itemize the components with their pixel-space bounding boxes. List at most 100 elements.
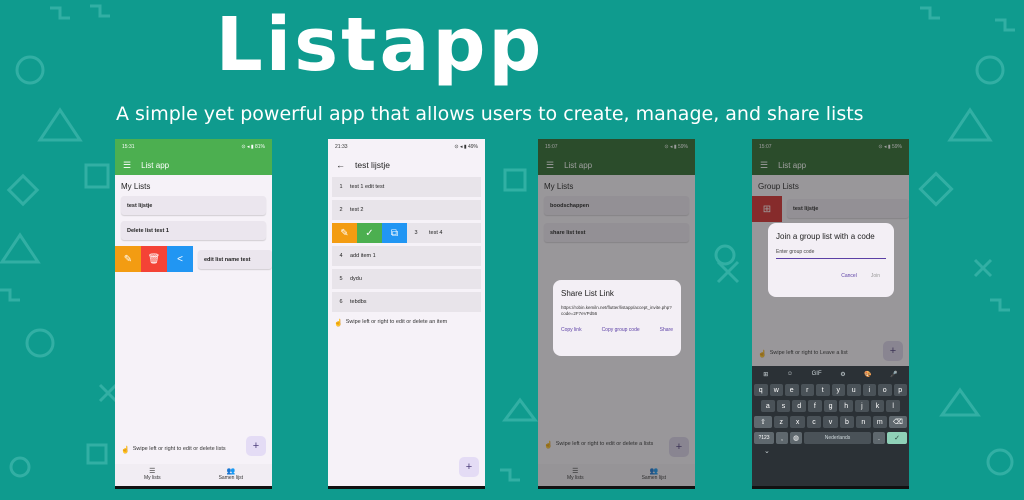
share-icon[interactable]: <	[167, 246, 193, 272]
share-button[interactable]: Share	[660, 327, 673, 333]
list-row[interactable]: 5 dydu	[332, 269, 481, 289]
list-item[interactable]: edit list name test	[198, 250, 272, 269]
group-code-input[interactable]: Enter group code	[776, 249, 886, 259]
key[interactable]: q	[754, 384, 768, 396]
phone-screenshot-my-lists: 15:31 ⊙ ◂ ▮ 81% ☰ List app My Lists test…	[115, 139, 272, 489]
status-bar: 15:31 ⊙ ◂ ▮ 81%	[115, 139, 272, 155]
key[interactable]: b	[839, 416, 855, 428]
list-row[interactable]: 1 test 1 edit test	[332, 177, 481, 197]
status-icons: ⊙ ◂ ▮ 81%	[241, 144, 265, 150]
row-text: test 2	[350, 207, 364, 213]
list-icon: ☰	[149, 468, 156, 475]
globe-key-icon[interactable]: ◍	[790, 432, 802, 444]
comma-key[interactable]: ,	[776, 432, 788, 444]
key[interactable]: u	[847, 384, 861, 396]
nav-group-lists[interactable]: 👥 Samen lijst	[219, 464, 243, 486]
key[interactable]: d	[792, 400, 807, 412]
add-list-button[interactable]: +	[246, 436, 266, 456]
edit-icon[interactable]: ✎	[115, 246, 141, 272]
key[interactable]: h	[839, 400, 854, 412]
app-bar-title: List app	[141, 160, 170, 170]
share-list-dialog: Share List Link https://robin.kemiln.net…	[553, 280, 681, 356]
keyboard-row-4: ?123 , ◍ Nederlands . ✓	[754, 432, 907, 444]
key[interactable]: i	[862, 384, 876, 396]
key[interactable]: k	[870, 400, 885, 412]
key[interactable]: p	[893, 384, 907, 396]
swipe-hint: ☝ Swipe left or right to edit or delete …	[334, 319, 479, 327]
key[interactable]: c	[806, 416, 822, 428]
swiped-list-row[interactable]: ✎ ✓ ⧉ 3 test 4	[332, 223, 481, 243]
list-item[interactable]: Delete list test 1	[121, 221, 266, 240]
swiped-list-item: ✎ 🗑 < edit list name test	[115, 246, 272, 272]
keyboard-toolbar: ⊞ ☺ GIF ⚙ 🎨 🎤	[754, 368, 907, 380]
swipe-hint-text: Swipe left or right to edit or delete li…	[132, 446, 226, 452]
cancel-button[interactable]: Cancel	[841, 273, 857, 279]
keyboard-grid-icon[interactable]: ⊞	[763, 371, 768, 378]
row-number: 5	[339, 276, 343, 282]
key[interactable]: r	[800, 384, 814, 396]
list-row[interactable]: 6 tebdbs	[332, 292, 481, 312]
join-button[interactable]: Join	[871, 273, 880, 279]
key[interactable]: z	[774, 416, 789, 428]
copy-group-code-button[interactable]: Copy group code	[602, 327, 640, 333]
key[interactable]: t	[816, 384, 830, 396]
sticker-icon[interactable]: ☺	[787, 371, 793, 377]
list-item[interactable]: test lijstje	[121, 196, 266, 215]
row-text: test 4	[429, 230, 443, 236]
settings-icon[interactable]: ⚙	[840, 371, 845, 378]
share-link-text[interactable]: https://robin.kemiln.net/flutter/listapp…	[561, 305, 673, 317]
row-number: 6	[339, 299, 343, 305]
key[interactable]: g	[823, 400, 838, 412]
key[interactable]: j	[855, 400, 869, 412]
key[interactable]: y	[831, 384, 845, 396]
keyboard-row-2: a s d f g h j k l	[754, 400, 907, 412]
status-icons: ⊙ ◂ ▮ 49%	[454, 144, 478, 150]
row-number: 2	[339, 207, 343, 213]
edit-icon[interactable]: ✎	[332, 223, 357, 243]
palette-icon[interactable]: 🎨	[864, 371, 871, 378]
space-key[interactable]: Nederlands	[804, 432, 871, 444]
symbols-key[interactable]: ?123	[754, 432, 774, 444]
keyboard-row-1: q w e r t y u i o p	[754, 384, 907, 396]
key[interactable]: f	[808, 400, 822, 412]
phone-screenshot-share-dialog: 15:07 ⊙ ◂ ▮ 59% ☰ List app My Lists bood…	[538, 139, 695, 489]
enter-key-icon[interactable]: ✓	[887, 432, 907, 444]
menu-icon[interactable]: ☰	[123, 160, 131, 171]
microphone-icon[interactable]: 🎤	[890, 371, 897, 378]
check-icon[interactable]: ✓	[357, 223, 382, 243]
swipe-hint-text: Swipe left or right to edit or delete an…	[345, 319, 448, 325]
copy-icon[interactable]: ⧉	[382, 223, 407, 243]
key[interactable]: a	[761, 400, 775, 412]
row-number: 4	[339, 253, 343, 259]
key[interactable]: e	[785, 384, 799, 396]
app-bar: ← test lijstje	[328, 155, 485, 175]
copy-link-button[interactable]: Copy link	[561, 327, 582, 333]
on-screen-keyboard: ⊞ ☺ GIF ⚙ 🎨 🎤 q w e r t y u i o p a s d …	[752, 366, 909, 486]
list-row[interactable]: 4 add item 1	[332, 246, 481, 266]
row-text: dydu	[350, 276, 362, 282]
gif-icon[interactable]: GIF	[812, 371, 822, 377]
status-bar: 21:33 ⊙ ◂ ▮ 49%	[328, 139, 485, 155]
nav-my-lists[interactable]: ☰ My lists	[144, 464, 161, 486]
list-title: test lijstje	[355, 160, 390, 170]
shift-key-icon[interactable]: ⇧	[754, 416, 772, 428]
period-key[interactable]: .	[873, 432, 885, 444]
back-arrow-icon[interactable]: ←	[336, 160, 345, 170]
app-subtitle: A simple yet powerful app that allows us…	[116, 103, 864, 125]
key[interactable]: x	[790, 416, 805, 428]
key[interactable]: l	[886, 400, 901, 412]
list-row[interactable]: 2 test 2	[332, 200, 481, 220]
phone-screenshot-list-items: 21:33 ⊙ ◂ ▮ 49% ← test lijstje 1 test 1 e…	[328, 139, 485, 489]
key[interactable]: n	[856, 416, 871, 428]
dialog-title: Share List Link	[561, 289, 614, 298]
key[interactable]: w	[769, 384, 783, 396]
add-item-button[interactable]: +	[459, 457, 479, 477]
key[interactable]: s	[776, 400, 791, 412]
key[interactable]: v	[823, 416, 838, 428]
nav-label: My lists	[143, 475, 161, 481]
backspace-key-icon[interactable]: ⌫	[888, 416, 907, 428]
key[interactable]: o	[878, 384, 892, 396]
keyboard-hide-icon[interactable]: ⌄	[764, 447, 907, 455]
key[interactable]: m	[872, 416, 887, 428]
delete-icon[interactable]: 🗑	[141, 246, 167, 272]
